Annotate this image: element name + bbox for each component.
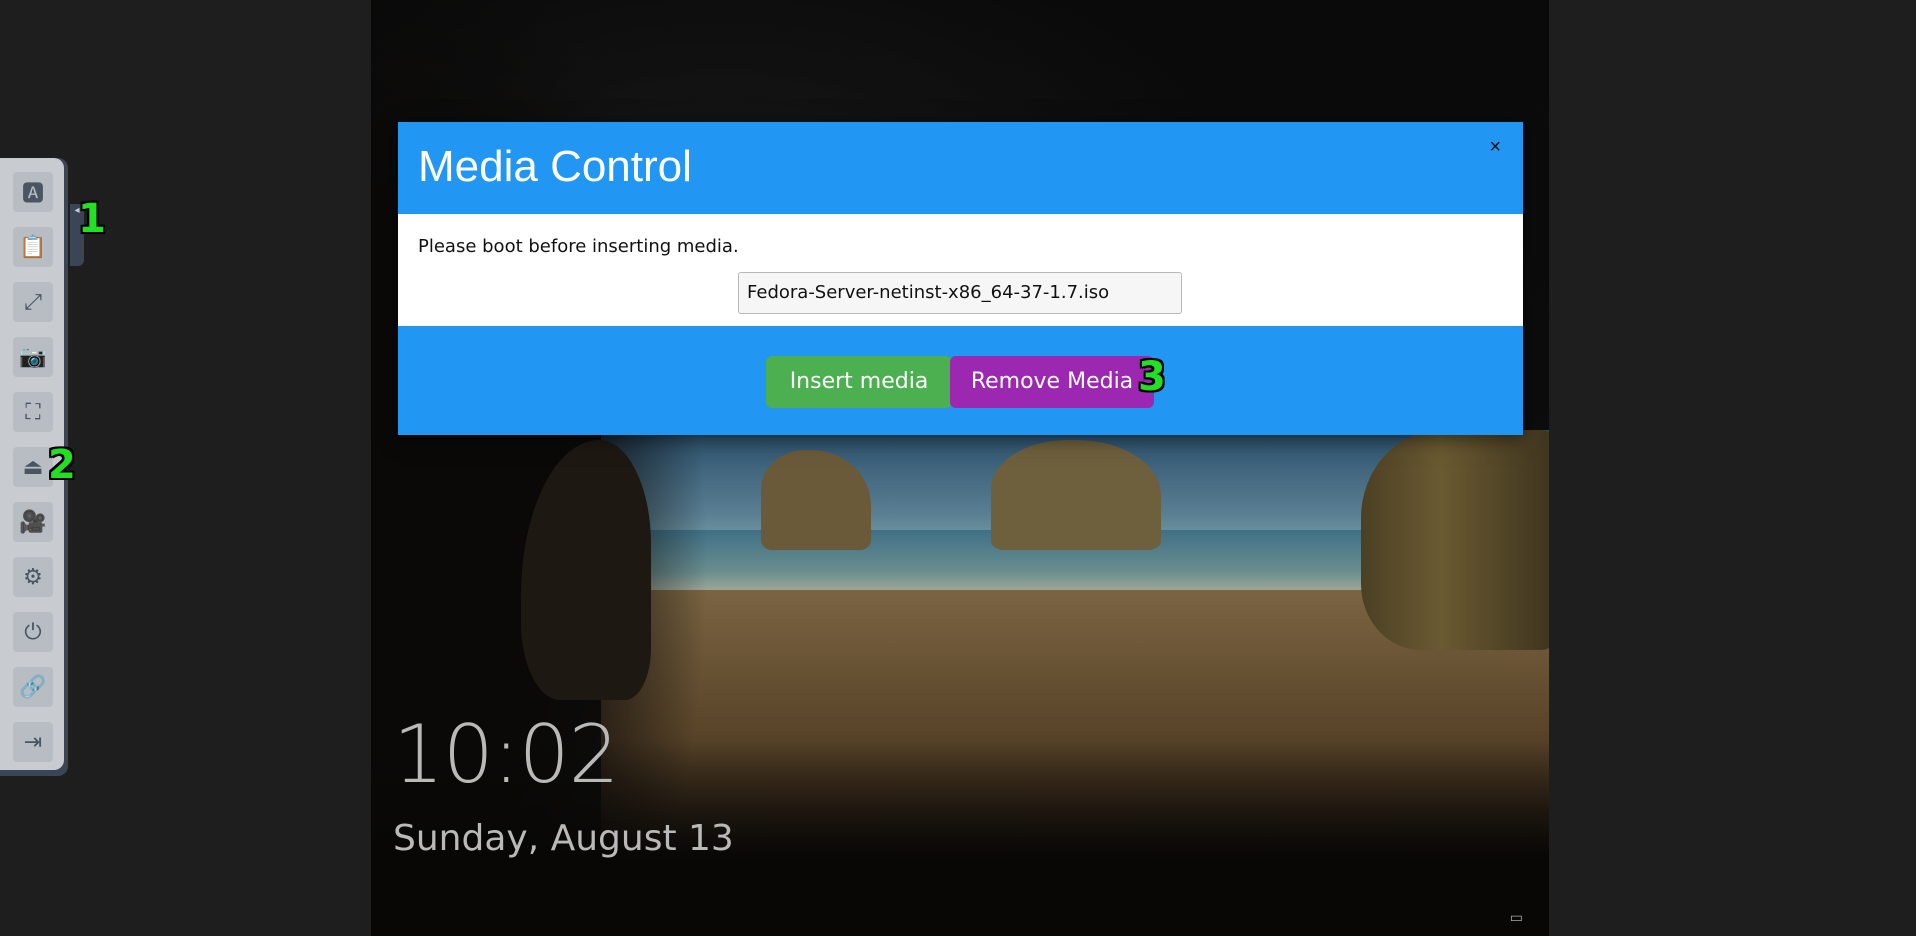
disconnect-icon: 🔗 (19, 674, 47, 700)
record-button[interactable]: 🎥 (13, 502, 53, 542)
boot-notice: Please boot before inserting media. (418, 236, 739, 257)
disconnect-button[interactable]: 🔗 (13, 667, 53, 707)
keyboard-button[interactable]: 🅰 (13, 172, 53, 212)
dialog-footer: Insert media Remove Media (398, 326, 1523, 435)
clipboard-icon: 📋 (19, 234, 47, 260)
settings-button[interactable]: ⚙ (13, 557, 53, 597)
network-button[interactable]: ⛶ (13, 392, 53, 432)
annotation-marker-3: 3 (1138, 354, 1166, 400)
screenshot-button[interactable]: 📷 (13, 337, 53, 377)
video-icon: 🎥 (19, 509, 47, 535)
dialog-body: Please boot before inserting media. Fedo… (398, 214, 1523, 326)
background-rock (991, 440, 1161, 550)
annotation-marker-2: 2 (48, 442, 76, 488)
fullscreen-button[interactable]: ⤢ (13, 282, 53, 322)
lockscreen-time: 10:02 (393, 708, 620, 801)
annotation-marker-1: 1 (78, 196, 106, 242)
camera-icon: 📷 (19, 344, 47, 370)
remove-media-button[interactable]: Remove Media (950, 356, 1154, 408)
dialog-header: Media Control × (398, 122, 1523, 214)
network-status-icon: ▭ (1509, 910, 1523, 926)
media-select[interactable]: Fedora-Server-netinst-x86_64-37-1.7.iso (738, 272, 1182, 314)
close-icon[interactable]: × (1489, 136, 1501, 159)
eject-icon: ⏏ (22, 454, 44, 480)
fullscreen-icon: ⤢ (24, 289, 42, 315)
logout-button[interactable]: ⇥ (13, 722, 53, 762)
background-cliff (1361, 430, 1549, 650)
gear-icon: ⚙ (23, 564, 43, 590)
insert-media-button[interactable]: Insert media (766, 356, 952, 408)
network-icon: ⛶ (25, 399, 41, 425)
dialog-title: Media Control (418, 142, 692, 191)
power-button[interactable]: ⏻ (13, 612, 53, 652)
clipboard-button[interactable]: 📋 (13, 227, 53, 267)
media-control-dialog: Media Control × Please boot before inser… (398, 122, 1523, 435)
logout-icon: ⇥ (23, 729, 43, 755)
keyboard-icon: 🅰 (21, 182, 44, 207)
lockscreen-date: Sunday, August 13 (393, 818, 734, 859)
power-icon: ⏻ (24, 619, 42, 645)
media-button[interactable]: ⏏ (13, 447, 53, 487)
